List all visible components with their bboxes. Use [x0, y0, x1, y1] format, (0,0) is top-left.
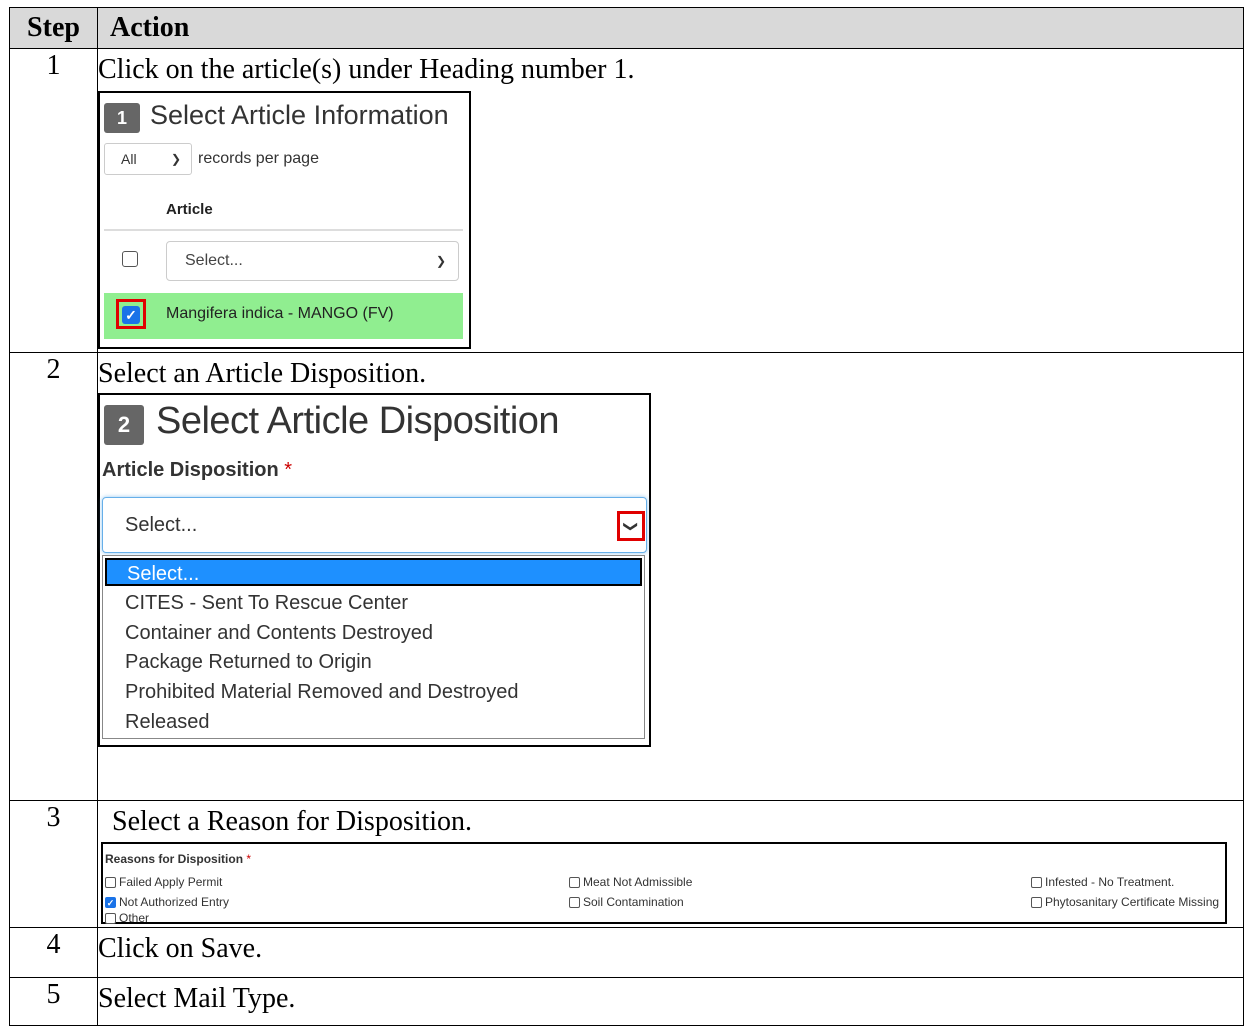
article-disposition-select[interactable]: Select... ❯	[102, 497, 647, 553]
reason-checkbox-item[interactable]: Infested - No Treatment.	[1031, 874, 1174, 890]
step-number: 4	[9, 927, 98, 978]
dropdown-option[interactable]: Container and Contents Destroyed	[125, 619, 433, 647]
step-row-5: 5 Select Mail Type.	[9, 977, 1244, 1026]
step-header: Step	[9, 7, 98, 49]
records-label: records per page	[198, 150, 319, 167]
article-label: Mangifera indica - MANGO (FV)	[166, 305, 394, 322]
checkbox[interactable]	[1031, 896, 1042, 908]
reason-label: Other	[119, 912, 150, 924]
reason-label: Infested - No Treatment.	[1045, 875, 1175, 889]
article-disposition-label: Article Disposition *	[102, 459, 292, 482]
required-mark: *	[284, 459, 293, 481]
step-number: 1	[9, 48, 98, 353]
panel-title: Select Article Disposition	[156, 399, 560, 442]
checkbox[interactable]	[569, 896, 580, 908]
step-row-1: 1 Click on the article(s) under Heading …	[9, 48, 1244, 353]
panel-heading: 2 Select Article Disposition	[104, 397, 560, 445]
article-filter-select[interactable]: Select... ❯	[166, 241, 459, 281]
step-number: 2	[9, 352, 98, 801]
reason-checkbox-item[interactable]: Other	[105, 912, 149, 924]
panel-heading: 1 Select Article Information	[104, 97, 449, 133]
heading-number-badge: 2	[104, 405, 144, 445]
action-header: Action	[97, 7, 1244, 49]
records-per-page-select[interactable]: All ❯	[104, 143, 192, 175]
reason-checkbox-item[interactable]: ✓ Not Authorized Entry	[105, 894, 229, 910]
reason-checkbox-item[interactable]: Soil Contamination	[569, 894, 684, 910]
select-all-checkbox[interactable]	[122, 251, 138, 267]
table-row[interactable]: ✓ Mangifera indica - MANGO (FV)	[104, 293, 463, 339]
select-placeholder: Select...	[185, 252, 243, 269]
step-action: Select Mail Type.	[97, 977, 1244, 1026]
step-instruction: Click on Save.	[98, 933, 263, 964]
instructions-table: Step Action 1 Click on the article(s) un…	[9, 7, 1244, 1026]
heading-number-badge: 1	[104, 103, 140, 133]
dropdown-option[interactable]: Prohibited Material Removed and Destroye…	[125, 678, 519, 706]
reason-checkbox-item[interactable]: Meat Not Admissible	[569, 874, 692, 890]
records-per-page: All ❯ records per page	[104, 143, 319, 175]
dropdown-toggle-highlight[interactable]: ❯	[617, 511, 645, 541]
step-instruction: Select Mail Type.	[98, 983, 296, 1014]
step-action: Select a Reason for Disposition. Reasons…	[97, 800, 1244, 928]
divider	[104, 229, 463, 231]
chevron-down-icon: ❯	[623, 520, 640, 532]
step-action: Click on Save.	[97, 927, 1244, 978]
checkbox[interactable]	[105, 912, 116, 924]
checkbox[interactable]	[1031, 876, 1042, 888]
select-value: Select...	[125, 514, 198, 536]
dropdown-option[interactable]: CITES - Sent To Rescue Center	[125, 589, 408, 617]
article-column-header: Article	[166, 201, 213, 218]
reasons-label-text: Reasons for Disposition	[105, 852, 244, 866]
dropdown-option[interactable]: Package Returned to Origin	[125, 648, 372, 676]
checkbox[interactable]	[569, 876, 580, 888]
reason-checkbox-item[interactable]: Failed Apply Permit	[105, 874, 222, 890]
select-article-panel: 1 Select Article Information All ❯ recor…	[98, 91, 471, 349]
step-row-2: 2 Select an Article Disposition. 2 Selec…	[9, 352, 1244, 801]
checkbox[interactable]: ✓	[105, 896, 116, 908]
step-number: 5	[9, 977, 98, 1026]
step-number: 3	[9, 800, 98, 928]
reason-label: Failed Apply Permit	[119, 875, 223, 889]
required-mark: *	[246, 852, 252, 866]
panel-title: Select Article Information	[150, 99, 449, 130]
checkbox[interactable]	[105, 876, 116, 888]
article-checkbox[interactable]: ✓	[122, 306, 140, 324]
step-row-4: 4 Click on Save.	[9, 927, 1244, 978]
records-select-value: All	[121, 151, 137, 167]
dropdown-option[interactable]: Select...	[105, 558, 642, 586]
disposition-options-list: Select... CITES - Sent To Rescue Center …	[102, 555, 645, 739]
reason-label: Not Authorized Entry	[119, 895, 230, 909]
step-instruction: Select an Article Disposition.	[98, 358, 427, 389]
step-action: Click on the article(s) under Heading nu…	[97, 48, 1244, 353]
reason-label: Meat Not Admissible	[583, 875, 693, 889]
field-label-text: Article Disposition	[102, 459, 279, 481]
header-row: Step Action	[9, 7, 1244, 49]
reasons-label: Reasons for Disposition *	[105, 852, 251, 866]
reason-label: Soil Contamination	[583, 895, 684, 909]
table-row: Select... ❯	[104, 235, 463, 287]
step-instruction: Click on the article(s) under Heading nu…	[98, 54, 635, 85]
reason-checkbox-item[interactable]: Phytosanitary Certificate Missing	[1031, 894, 1219, 910]
reasons-for-disposition-panel: Reasons for Disposition * Failed Apply P…	[101, 842, 1227, 924]
chevron-down-icon: ❯	[170, 152, 181, 166]
step-action: Select an Article Disposition. 2 Select …	[97, 352, 1244, 801]
chevron-down-icon: ❯	[435, 254, 446, 268]
step-row-3: 3 Select a Reason for Disposition. Reaso…	[9, 800, 1244, 928]
dropdown-option[interactable]: Released	[125, 708, 210, 736]
step-instruction: Select a Reason for Disposition.	[112, 806, 473, 837]
reason-label: Phytosanitary Certificate Missing	[1045, 895, 1220, 909]
select-disposition-panel: 2 Select Article Disposition Article Dis…	[98, 393, 651, 747]
